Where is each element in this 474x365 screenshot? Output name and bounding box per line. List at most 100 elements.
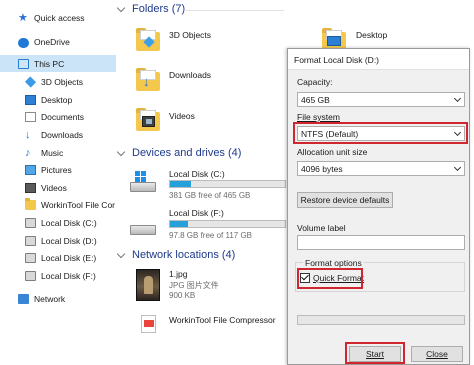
drive-label: Local Disk (F:) [169, 208, 224, 218]
capacity-dropdown[interactable]: 465 GB [297, 92, 465, 107]
quick-format-checkbox[interactable]: Quick Format [300, 272, 365, 283]
navigation-pane: ★ Quick access OneDrive This PC 3D Objec… [0, 0, 116, 365]
section-header-network[interactable]: Network locations (4) [116, 249, 235, 261]
sidebar-item-documents[interactable]: Documents [0, 108, 116, 125]
folder-label: Downloads [169, 70, 212, 80]
file-system-label: File system [297, 112, 340, 122]
folder-icon [136, 108, 160, 131]
sidebar-item-label: Local Disk (F:) [41, 270, 96, 281]
sidebar-item-workintool-folder[interactable]: WorkinTool File Cor [0, 196, 116, 213]
folder-label: Videos [169, 111, 195, 121]
close-button[interactable]: Close [411, 346, 463, 362]
sidebar-item-3d-objects[interactable]: 3D Objects [0, 73, 116, 90]
file-system-value: NTFS (Default) [301, 129, 359, 139]
sidebar-item-this-pc[interactable]: This PC [0, 55, 116, 72]
network-icon [18, 293, 29, 304]
close-button-label: Close [426, 349, 448, 359]
disk-icon [25, 252, 36, 263]
sidebar-item-local-disk-e[interactable]: Local Disk (E:) [0, 249, 116, 266]
capacity-label: Capacity: [297, 77, 333, 87]
video-icon [25, 182, 36, 193]
app-installer-icon [141, 315, 156, 333]
download-icon: ↓ [25, 128, 31, 141]
file-system-dropdown[interactable]: NTFS (Default) [297, 126, 465, 141]
sidebar-item-quick-access[interactable]: ★ Quick access [0, 9, 116, 26]
sidebar-item-pictures[interactable]: Pictures [0, 161, 116, 178]
folder-item-downloads[interactable]: ↓ Downloads [134, 64, 244, 98]
sidebar-item-local-disk-d[interactable]: Local Disk (D:) [0, 232, 116, 249]
cloud-icon [18, 37, 29, 48]
allocation-unit-dropdown[interactable]: 4096 bytes [297, 161, 465, 176]
section-header-folders[interactable]: Folders (7) [116, 3, 186, 15]
folder-label: Desktop [356, 30, 388, 40]
film-icon [142, 116, 155, 127]
windows-logo-icon [135, 171, 146, 182]
hard-drive-icon [130, 225, 156, 235]
drive-usage-bar [169, 220, 286, 228]
allocation-unit-value: 4096 bytes [301, 164, 343, 174]
sidebar-item-local-disk-f[interactable]: Local Disk (F:) [0, 267, 116, 284]
drive-free-space: 381 GB free of 465 GB [169, 191, 251, 200]
chevron-down-icon [116, 3, 126, 12]
sidebar-item-label: Network [34, 293, 66, 304]
section-divider [184, 10, 284, 11]
checkmark-icon [301, 272, 309, 281]
drive-item-f[interactable]: Local Disk (F:) 97.8 GB free of 117 GB [128, 205, 288, 241]
chevron-down-icon [453, 128, 462, 137]
drive-item-c[interactable]: Local Disk (C:) 381 GB free of 465 GB [128, 164, 288, 200]
chevron-down-icon [116, 249, 126, 258]
sidebar-item-desktop[interactable]: Desktop [0, 91, 116, 108]
volume-label-caption: Volume label [297, 223, 346, 233]
image-thumbnail [136, 269, 160, 301]
disk-icon [25, 270, 36, 281]
music-icon: ♪ [25, 146, 31, 159]
drive-label: Local Disk (C:) [169, 169, 225, 179]
sidebar-item-label: This PC [34, 58, 65, 69]
sidebar-item-onedrive[interactable]: OneDrive [0, 33, 116, 50]
file-item-1-jpg[interactable]: 1.jpg JPG 图片文件 900 KB [132, 266, 282, 306]
computer-icon [18, 58, 29, 69]
dialog-title: Format Local Disk (D:) [288, 49, 469, 70]
cube-icon [24, 75, 37, 88]
folder-icon [136, 28, 160, 51]
sidebar-item-label: Documents [41, 111, 84, 122]
sidebar-item-videos[interactable]: Videos [0, 179, 116, 196]
volume-label-input[interactable] [297, 235, 465, 250]
drive-free-space: 97.8 GB free of 117 GB [169, 231, 253, 240]
folder-item-videos[interactable]: Videos [134, 104, 244, 138]
sidebar-item-music[interactable]: ♪ Music [0, 144, 116, 161]
folder-label: 3D Objects [169, 30, 212, 40]
section-title: Devices and drives (4) [132, 147, 242, 159]
start-button-label: Start [366, 349, 384, 359]
chevron-down-icon [453, 163, 462, 172]
file-item-workintool[interactable]: WorkinTool File Compressor [132, 312, 302, 336]
hard-drive-icon [130, 182, 156, 192]
format-dialog: Format Local Disk (D:) Capacity: 465 GB … [287, 48, 470, 365]
sidebar-item-network[interactable]: Network [0, 290, 116, 307]
chevron-down-icon [116, 147, 126, 156]
desktop-icon [327, 36, 341, 46]
folder-icon: ↓ [136, 68, 160, 91]
folder-item-3d-objects[interactable]: 3D Objects [134, 24, 224, 58]
document-icon [25, 111, 36, 122]
quick-format-label: Quick Format [313, 273, 365, 283]
sidebar-item-label: Local Disk (E:) [41, 252, 97, 263]
start-button[interactable]: Start [349, 346, 401, 362]
restore-defaults-button[interactable]: Restore device defaults [297, 192, 393, 208]
format-progress-bar [297, 315, 465, 325]
section-title: Folders (7) [132, 3, 186, 15]
section-header-devices[interactable]: Devices and drives (4) [116, 147, 242, 159]
sidebar-item-label: Pictures [41, 164, 72, 175]
sidebar-item-label: OneDrive [34, 36, 70, 47]
sidebar-item-label: Music [41, 147, 64, 158]
sidebar-item-label: Local Disk (D:) [41, 235, 97, 246]
desktop-icon [25, 94, 36, 105]
download-icon: ↓ [143, 74, 150, 89]
file-label: 1.jpg [169, 269, 188, 279]
sidebar-item-label: Downloads [41, 129, 84, 140]
sidebar-item-label: 3D Objects [41, 76, 84, 87]
sidebar-item-local-disk-c[interactable]: Local Disk (C:) [0, 214, 116, 231]
capacity-value: 465 GB [301, 95, 330, 105]
allocation-unit-label: Allocation unit size [297, 147, 368, 157]
sidebar-item-downloads[interactable]: ↓ Downloads [0, 126, 116, 143]
